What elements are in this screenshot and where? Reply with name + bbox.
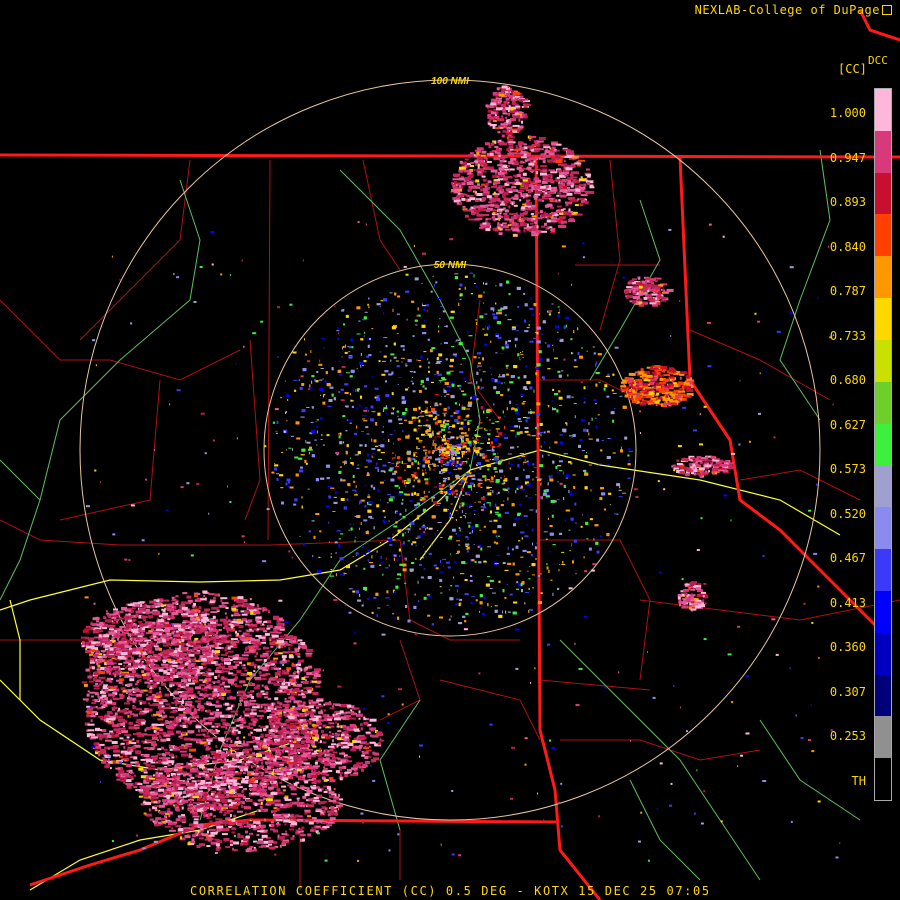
legend-swatch [875, 674, 891, 717]
legend-swatch [875, 298, 891, 340]
legend-swatch [875, 423, 891, 466]
legend-label: 0.573 [829, 462, 866, 476]
legend-swatch [875, 465, 891, 508]
legend-swatch [875, 130, 891, 173]
legend-swatch [875, 172, 891, 215]
legend-swatch [875, 549, 891, 591]
legend-label: 0.680 [829, 373, 866, 387]
legend-swatch [875, 590, 891, 633]
legend-label: 0.360 [829, 640, 866, 654]
legend-swatch [875, 89, 891, 131]
range-ring-label-50: 50 NMI [434, 260, 466, 271]
legend-swatch [875, 214, 891, 257]
legend-swatch [875, 256, 891, 299]
legend-swatch [875, 632, 891, 675]
range-ring-label-100: 100 NMI [431, 76, 469, 87]
corner-code: DCC [868, 54, 888, 67]
legend-swatch [875, 381, 891, 424]
legend-swatch [875, 716, 891, 759]
legend-swatch [875, 339, 891, 382]
legend-label: 0.520 [829, 506, 866, 521]
legend-label: 0.307 [829, 684, 866, 699]
legend-label: 0.893 [829, 195, 866, 209]
external-link-icon [882, 5, 892, 15]
legend-label: 0.840 [829, 239, 866, 254]
legend-label: 0.467 [829, 551, 866, 565]
legend-label: 0.947 [829, 150, 866, 165]
legend-color-bar [874, 88, 892, 801]
legend-swatch [875, 507, 891, 550]
legend-label: 0.253 [829, 729, 866, 743]
legend-label: 0.787 [829, 284, 866, 298]
legend-label: 0.627 [829, 417, 866, 432]
legend-label: 0.733 [829, 328, 866, 343]
radar-map: 100 NMI 50 NMI DCC [0, 9, 900, 900]
legend-swatch [875, 758, 891, 801]
product-caption: CORRELATION COEFFICIENT (CC) 0.5 DEG - K… [190, 884, 711, 898]
legend-label: 1.000 [829, 106, 866, 120]
legend-labels: 1.000 0.947 0.893 0.840 0.787 0.733 0.680 0.627… [800, 0, 870, 900]
legend-label: TH [851, 773, 866, 788]
highway-lines [0, 449, 841, 891]
legend-label: 0.413 [829, 595, 866, 610]
radar-echoes [80, 85, 841, 862]
